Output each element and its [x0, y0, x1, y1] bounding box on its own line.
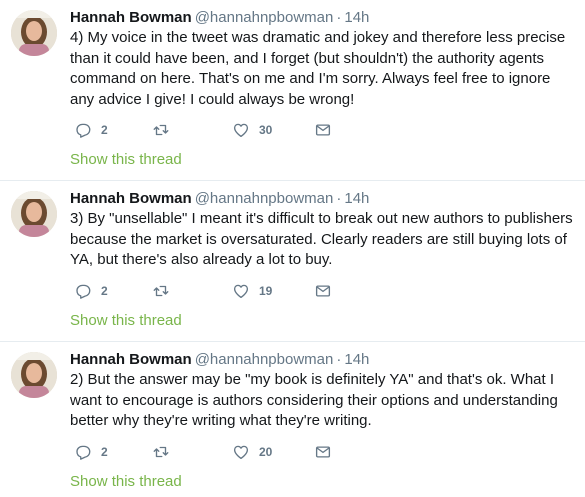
envelope-icon	[315, 446, 331, 458]
tweet-text: 2) But the answer may be "my book is def…	[70, 371, 558, 429]
author-name[interactable]: Hannah Bowman	[70, 351, 192, 368]
like-count: 20	[259, 445, 273, 459]
like-button[interactable]: 30	[232, 120, 272, 140]
separator: ·	[336, 9, 342, 26]
author-name[interactable]: Hannah Bowman	[70, 190, 192, 207]
envelope-icon	[315, 285, 331, 297]
like-button[interactable]: 19	[232, 281, 272, 301]
separator: ·	[336, 190, 342, 207]
separator: ·	[336, 351, 342, 368]
tweet-header: Hannah Bowman @hannahnpbowman · 14h	[70, 350, 369, 370]
retweet-icon	[153, 124, 169, 136]
show-thread-link[interactable]: Show this thread	[70, 311, 182, 331]
direct-message-button[interactable]	[314, 120, 332, 140]
reply-count: 2	[101, 445, 108, 459]
avatar[interactable]	[11, 352, 57, 398]
heart-icon	[233, 445, 249, 460]
direct-message-button[interactable]	[314, 281, 332, 301]
timestamp[interactable]: 14h	[344, 190, 369, 207]
reply-icon	[76, 284, 91, 299]
heart-icon	[233, 123, 249, 138]
tweet[interactable]: Hannah Bowman @hannahnpbowman · 14h 4) My v…	[0, 0, 585, 181]
reply-icon	[76, 445, 91, 460]
retweet-button[interactable]	[152, 120, 179, 140]
avatar[interactable]	[11, 10, 57, 56]
tweet-text: 3) By "unsellable" I meant it's difficul…	[70, 210, 573, 268]
reply-button[interactable]: 2	[74, 120, 108, 140]
envelope-icon	[315, 124, 331, 136]
reply-button[interactable]: 2	[74, 442, 108, 462]
heart-icon	[233, 284, 249, 299]
avatar-photo	[11, 10, 57, 56]
reply-icon	[76, 123, 91, 138]
timestamp[interactable]: 14h	[344, 351, 369, 368]
like-button[interactable]: 20	[232, 442, 272, 462]
retweet-button[interactable]	[152, 442, 179, 462]
show-thread-link[interactable]: Show this thread	[70, 472, 182, 492]
author-handle[interactable]: @hannahnpbowman	[195, 351, 334, 368]
retweet-icon	[153, 285, 169, 297]
tweet-actions: 2 20	[74, 442, 394, 462]
avatar-photo	[11, 352, 57, 398]
tweet-actions: 2 19	[74, 281, 394, 301]
author-handle[interactable]: @hannahnpbowman	[195, 190, 334, 207]
retweet-icon	[153, 446, 169, 458]
reply-count: 2	[101, 284, 108, 298]
retweet-button[interactable]	[152, 281, 179, 301]
reply-button[interactable]: 2	[74, 281, 108, 301]
reply-count: 2	[101, 123, 108, 137]
author-name[interactable]: Hannah Bowman	[70, 9, 192, 26]
timestamp[interactable]: 14h	[344, 9, 369, 26]
tweet-header: Hannah Bowman @hannahnpbowman · 14h	[70, 189, 369, 209]
tweet[interactable]: Hannah Bowman @hannahnpbowman · 14h 3) By "…	[0, 181, 585, 342]
like-count: 19	[259, 284, 273, 298]
direct-message-button[interactable]	[314, 442, 332, 462]
avatar[interactable]	[11, 191, 57, 237]
tweet[interactable]: Hannah Bowman @hannahnpbowman · 14h 2) But …	[0, 342, 585, 497]
like-count: 30	[259, 123, 273, 137]
avatar-photo	[11, 191, 57, 237]
author-handle[interactable]: @hannahnpbowman	[195, 9, 334, 26]
tweet-text: 4) My voice in the tweet was dramatic an…	[70, 29, 566, 108]
tweet-actions: 2 30	[74, 120, 394, 140]
tweet-header: Hannah Bowman @hannahnpbowman · 14h	[70, 8, 369, 28]
show-thread-link[interactable]: Show this thread	[70, 150, 182, 170]
